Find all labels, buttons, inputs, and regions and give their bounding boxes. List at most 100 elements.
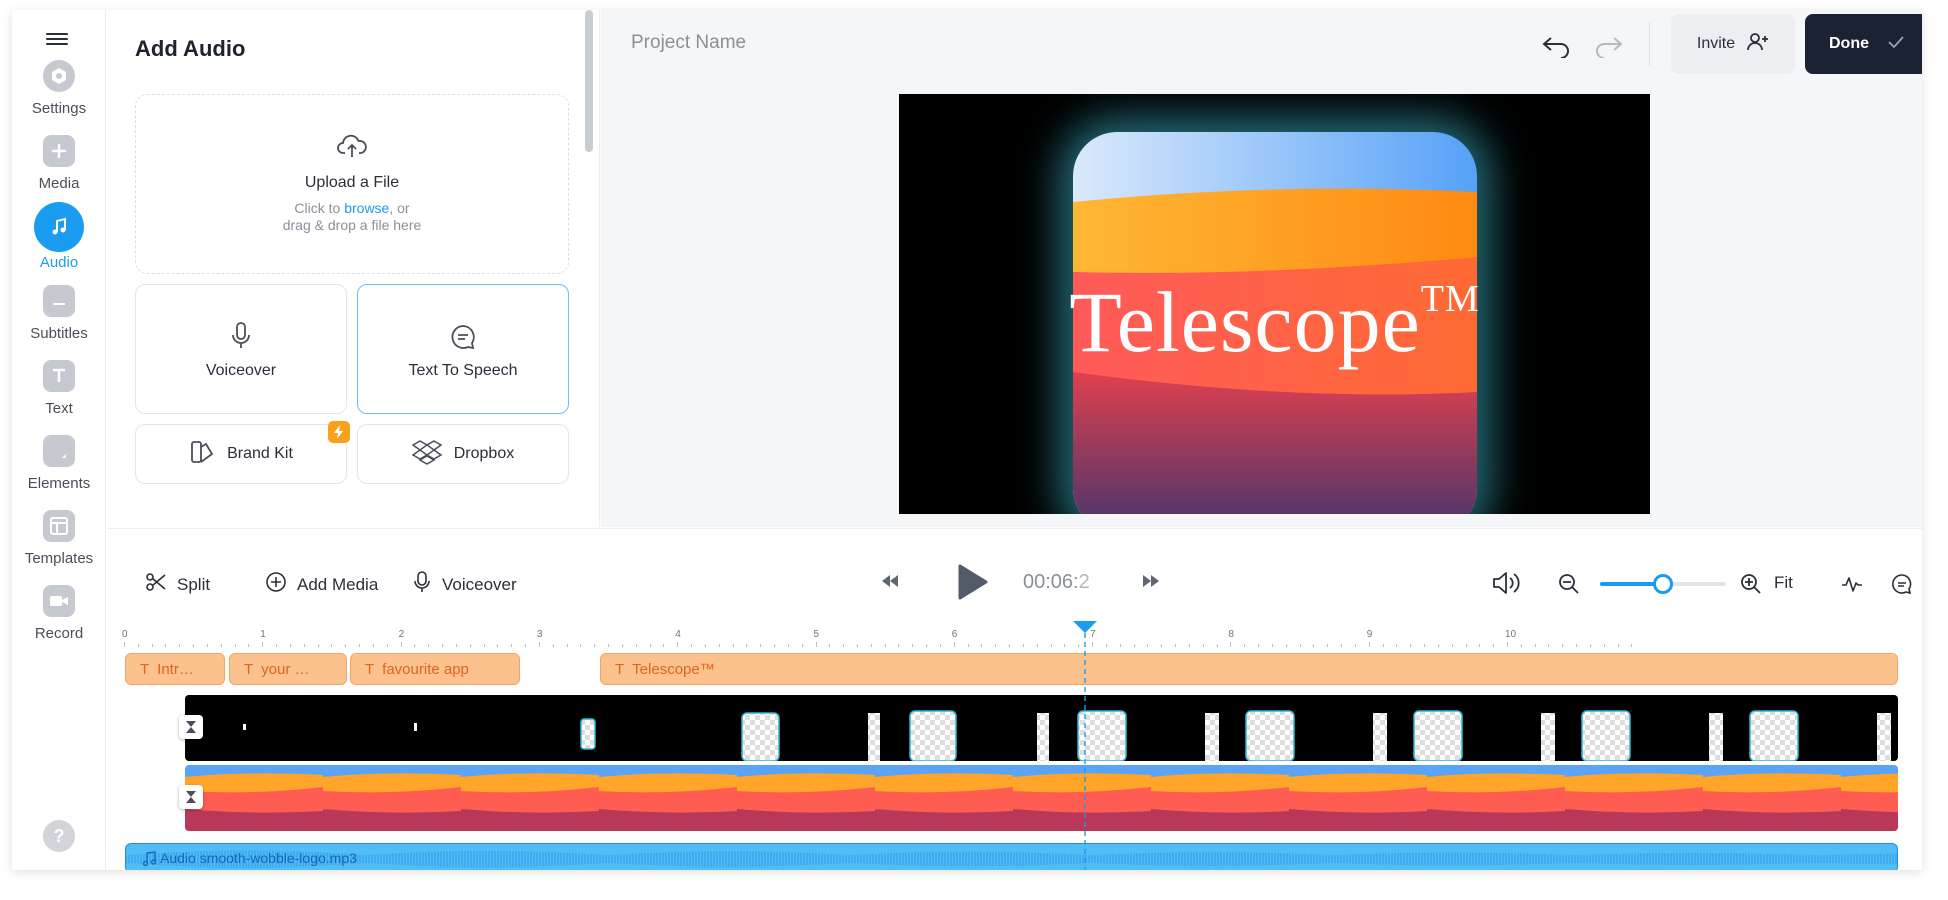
ruler-tick: [303, 644, 305, 647]
rail-item-record[interactable]: Record: [12, 585, 106, 665]
ruler-tick: [1424, 644, 1426, 647]
ruler-tick: [566, 644, 568, 647]
text-clip-label: Telescope™: [632, 660, 715, 678]
rail-label: Subtitles: [30, 325, 88, 342]
video-track-background[interactable]: [185, 765, 1898, 831]
zoom-in-icon[interactable]: [1740, 573, 1762, 600]
collapse-handle[interactable]: [179, 715, 203, 739]
ruler-tick: [967, 644, 969, 647]
ruler-tick: [1050, 644, 1052, 647]
add-media-button[interactable]: Add Media: [265, 571, 378, 598]
ruler-tick: [1603, 644, 1605, 647]
ruler-tick-label: 2: [398, 629, 405, 640]
ruler-tick: [1631, 644, 1633, 647]
preview-title: TelescopeTM: [899, 272, 1650, 372]
play-icon[interactable]: [955, 563, 989, 606]
rail-item-audio[interactable]: Audio: [12, 202, 106, 282]
speech-bubble-icon: [358, 323, 568, 356]
ruler-tick: [206, 644, 208, 647]
comment-icon[interactable]: [1891, 573, 1913, 600]
panel-scrollbar[interactable]: [585, 10, 593, 152]
timeline: Split Add Media Voiceover 00:06:2 Fit 0 …: [107, 528, 1922, 870]
upload-help-suffix: , or: [389, 200, 410, 216]
ruler-tick: [1175, 644, 1177, 647]
rail-label: Audio: [39, 254, 79, 271]
redo-icon[interactable]: [1594, 32, 1624, 59]
zoom-slider[interactable]: [1600, 574, 1726, 594]
plus-circle-icon: [265, 571, 287, 598]
ruler-tick: [981, 644, 983, 647]
ruler-tick: [829, 644, 831, 647]
ruler-tick-label: 7: [1090, 629, 1096, 640]
zoom-out-icon[interactable]: [1558, 573, 1580, 600]
audio-track[interactable]: Audio smooth-wobble-logo.mp3: [125, 843, 1898, 870]
video-preview[interactable]: TelescopeTM: [899, 94, 1650, 514]
ruler-tick: [359, 644, 361, 647]
ruler-tick: [691, 644, 693, 647]
rail-item-subtitles[interactable]: Subtitles: [12, 285, 106, 365]
ruler-tick: [414, 644, 416, 647]
video-track-overlay[interactable]: [185, 695, 1898, 761]
ruler-tick: [124, 642, 125, 647]
ruler-tick: [1576, 644, 1578, 647]
text-clip[interactable]: Tyour …: [229, 653, 347, 685]
ruler-tick: [1230, 642, 1232, 647]
rail-item-settings[interactable]: Settings: [12, 60, 106, 140]
ruler-tick: [1147, 644, 1149, 647]
ruler-tick: [1285, 644, 1287, 647]
fast-forward-icon[interactable]: [1141, 573, 1161, 594]
ruler-tick: [939, 644, 941, 647]
text-clip[interactable]: Tfavourite app: [350, 653, 520, 685]
waveform-icon[interactable]: [1841, 573, 1863, 600]
menu-icon[interactable]: [46, 30, 68, 48]
filmstrip-frame: [1013, 765, 1151, 831]
invite-button[interactable]: Invite: [1671, 14, 1795, 74]
fit-button[interactable]: Fit: [1774, 573, 1793, 593]
ruler-tick: [1451, 644, 1453, 647]
ruler-tick: [1202, 644, 1204, 647]
rewind-icon[interactable]: [880, 573, 900, 594]
browse-link[interactable]: browse: [344, 200, 389, 216]
elements-icon: [43, 435, 75, 467]
brand-kit-tile[interactable]: Brand Kit: [135, 421, 350, 484]
rail-item-elements[interactable]: Elements: [12, 435, 106, 515]
upload-dropzone[interactable]: Upload a File Click to browse, or drag &…: [135, 94, 569, 274]
panel-title: Add Audio: [135, 36, 246, 61]
voiceover-tile[interactable]: Voiceover: [135, 284, 347, 414]
filmstrip-frame: [1841, 765, 1898, 831]
ruler-tick: [1354, 644, 1356, 647]
collapse-handle[interactable]: [179, 785, 203, 809]
text-clip[interactable]: T Telescope™: [600, 653, 1898, 685]
split-button[interactable]: Split: [145, 571, 210, 598]
ruler-tick: [1562, 644, 1564, 647]
help-icon[interactable]: ?: [43, 820, 75, 852]
text-to-speech-tile[interactable]: Text To Speech: [357, 284, 569, 414]
camera-icon: [43, 585, 75, 617]
ruler-tick: [455, 644, 457, 647]
ruler-tick: [1119, 644, 1121, 647]
voiceover-button[interactable]: Voiceover: [412, 571, 517, 598]
ruler-tick: [1479, 644, 1481, 647]
ruler-tick: [1105, 644, 1107, 647]
zoom-slider-knob[interactable]: [1653, 574, 1673, 594]
rail-item-text[interactable]: Text: [12, 360, 106, 440]
time-ruler[interactable]: 0 1 2 3 4 5 6 7 8 9 10: [107, 621, 1922, 647]
cloud-upload-icon: [136, 133, 568, 164]
done-button[interactable]: Done: [1805, 14, 1922, 74]
dropbox-tile[interactable]: Dropbox: [357, 424, 569, 484]
ruler-tick: [400, 642, 402, 647]
undo-icon[interactable]: [1541, 32, 1571, 59]
ruler-tick: [165, 644, 167, 647]
toolbar-divider: [1649, 22, 1650, 66]
ruler-tick: [787, 644, 789, 647]
filmstrip-frame: [185, 765, 323, 831]
ruler-tick: [801, 644, 803, 647]
ruler-tick: [635, 644, 637, 647]
ruler-tick: [220, 644, 222, 647]
project-name[interactable]: Project Name: [631, 32, 746, 54]
trademark: TM: [1420, 278, 1480, 320]
volume-icon[interactable]: [1491, 570, 1521, 601]
text-clip[interactable]: T Intr…: [125, 653, 225, 685]
rail-item-templates[interactable]: Templates: [12, 510, 106, 590]
ruler-tick: [815, 642, 817, 647]
